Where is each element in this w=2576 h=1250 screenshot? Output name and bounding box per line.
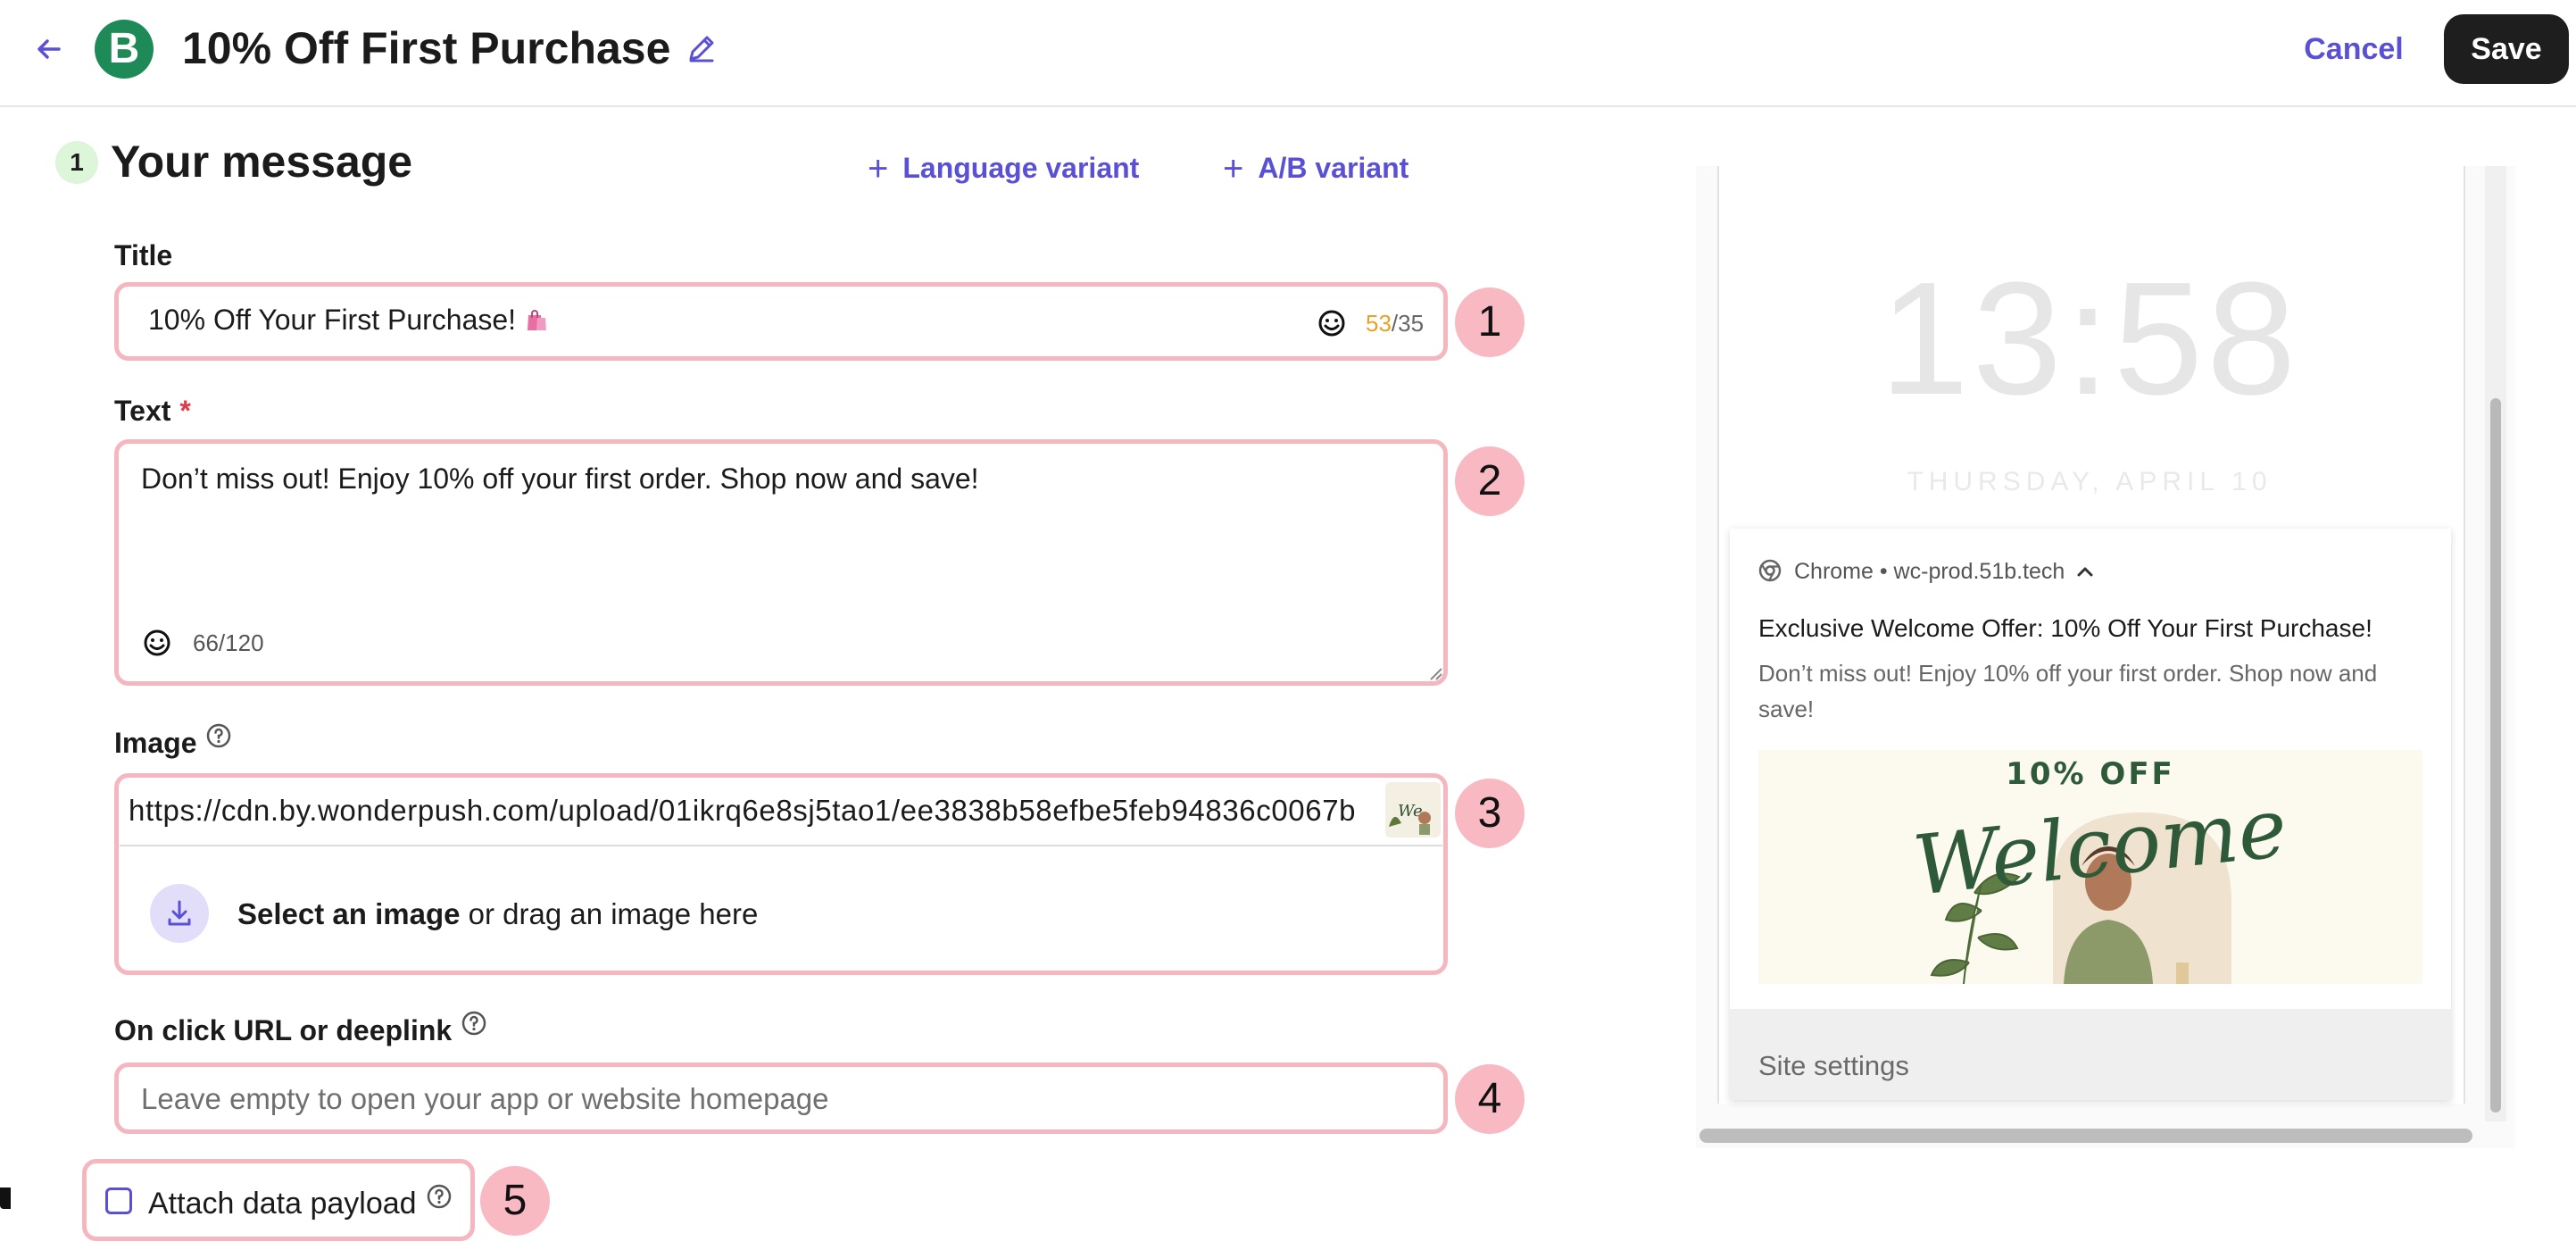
preview-scrollbar-thumb[interactable] bbox=[2490, 398, 2501, 1112]
annotation-badge-1: 1 bbox=[1455, 288, 1525, 357]
preview-horizontal-scrollbar[interactable] bbox=[1699, 1129, 2472, 1143]
step-number-badge: 1 bbox=[55, 141, 98, 184]
chrome-icon bbox=[1758, 559, 1782, 582]
text-emoji-picker-icon[interactable] bbox=[141, 627, 173, 659]
back-arrow-icon[interactable] bbox=[32, 32, 66, 66]
image-label: Image bbox=[114, 720, 232, 762]
notification-body: Don’t miss out! Enjoy 10% off your first… bbox=[1758, 660, 2378, 722]
section-title: Your message bbox=[111, 137, 413, 187]
attach-payload-label[interactable]: Attach data payload bbox=[148, 1180, 453, 1223]
title-input-value: 10% Off Your First Purchase! bbox=[148, 304, 517, 336]
annotation-badge-3: 3 bbox=[1455, 779, 1525, 848]
notification-title: Exclusive Welcome Offer: 10% Off Your Fi… bbox=[1758, 614, 2372, 642]
textarea-resize-grip-icon[interactable] bbox=[1426, 664, 1442, 680]
required-star: * bbox=[179, 395, 191, 427]
text-label: Text * bbox=[114, 391, 191, 430]
annotation-badge-5: 5 bbox=[480, 1166, 550, 1236]
shopping-bags-emoji-icon bbox=[523, 303, 548, 330]
brand-logo-letter: B bbox=[108, 25, 140, 72]
attach-payload-checkbox[interactable] bbox=[105, 1188, 132, 1214]
text-character-counter: 66/120 bbox=[193, 629, 264, 656]
select-image-link[interactable]: Select an image bbox=[237, 897, 460, 930]
add-language-variant-button[interactable]: + Language variant bbox=[868, 146, 1139, 189]
text-textarea[interactable]: Don’t miss out! Enjoy 10% off your first… bbox=[141, 459, 1408, 498]
plus-icon: + bbox=[1223, 149, 1244, 188]
title-character-counter: 53/35 bbox=[1366, 307, 1424, 339]
image-dropzone[interactable]: Select an image or drag an image here bbox=[237, 895, 758, 934]
site-settings-link[interactable]: Site settings bbox=[1758, 1046, 1909, 1086]
download-tray-icon[interactable] bbox=[150, 884, 209, 943]
title-input[interactable]: 10% Off Your First Purchase! bbox=[148, 300, 548, 339]
lock-screen-date: THURSDAY, APRIL 10 bbox=[1907, 467, 2273, 496]
notification-image-heading: 10% OFF bbox=[2006, 756, 2175, 792]
save-button[interactable]: Save bbox=[2444, 14, 2569, 84]
deeplink-help-icon[interactable] bbox=[461, 1007, 487, 1036]
edit-title-pencil-icon[interactable] bbox=[686, 32, 718, 64]
deeplink-input[interactable] bbox=[139, 1071, 1428, 1127]
page-title: 10% Off First Purchase bbox=[182, 23, 671, 73]
notification-source: Chrome • wc-prod.51b.tech bbox=[1794, 559, 2065, 584]
corner-mark bbox=[0, 1188, 11, 1209]
image-thumbnail: We bbox=[1385, 782, 1441, 838]
attach-payload-text: Attach data payload bbox=[148, 1187, 417, 1221]
payload-help-icon[interactable] bbox=[426, 1180, 453, 1209]
deeplink-label: On click URL or deeplink bbox=[114, 1007, 487, 1050]
title-count-max: /35 bbox=[1391, 310, 1425, 337]
title-count-used: 53 bbox=[1366, 310, 1392, 337]
dropzone-hint: or drag an image here bbox=[460, 897, 759, 930]
brand-logo: B bbox=[95, 20, 154, 79]
chevron-up-icon[interactable] bbox=[2074, 561, 2096, 582]
ab-variant-label: A/B variant bbox=[1258, 152, 1409, 184]
cancel-button[interactable]: Cancel bbox=[2290, 20, 2417, 79]
plus-icon: + bbox=[868, 149, 889, 188]
notification-image: 10% OFF Welcome bbox=[1758, 750, 2422, 984]
deeplink-label-text: On click URL or deeplink bbox=[114, 1014, 453, 1046]
image-help-icon[interactable] bbox=[205, 720, 232, 748]
annotation-badge-4: 4 bbox=[1455, 1064, 1525, 1134]
image-label-text: Image bbox=[114, 727, 197, 759]
title-label: Title bbox=[114, 239, 173, 271]
lock-screen-time: 13:58 bbox=[1879, 249, 2300, 429]
language-variant-label: Language variant bbox=[902, 152, 1140, 184]
add-ab-variant-button[interactable]: + A/B variant bbox=[1223, 146, 1408, 189]
text-label-text: Text bbox=[114, 395, 171, 427]
annotation-badge-2: 2 bbox=[1455, 446, 1525, 516]
image-url-input[interactable]: https://cdn.by.wonderpush.com/upload/01i… bbox=[129, 791, 1378, 830]
title-emoji-picker-icon[interactable] bbox=[1316, 307, 1348, 339]
